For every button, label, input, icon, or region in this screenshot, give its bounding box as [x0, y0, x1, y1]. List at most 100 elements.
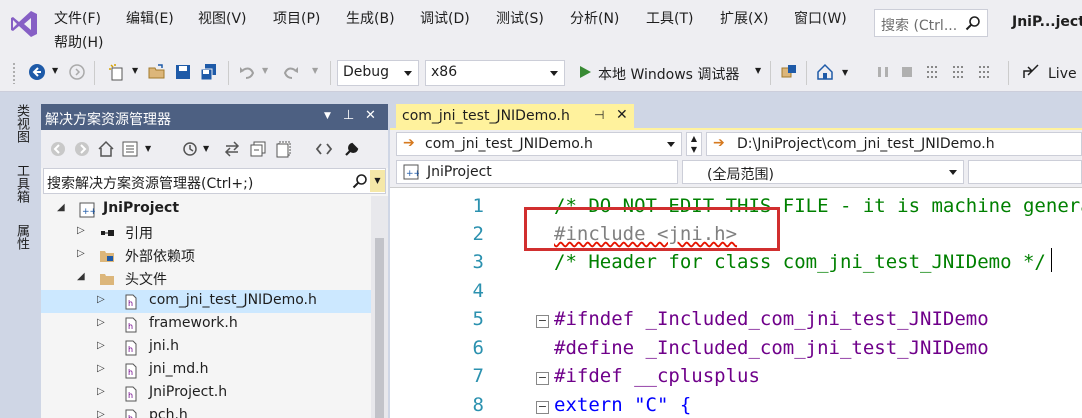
- code-text-area[interactable]: 1 /* DO NOT EDIT THIS FILE - it is machi…: [390, 189, 1082, 418]
- pause-icon[interactable]: [874, 63, 892, 81]
- menu-test[interactable]: 测试(S): [496, 8, 544, 28]
- live-share-button[interactable]: Live: [1048, 66, 1077, 82]
- collapsed-arrow-icon[interactable]: ▷: [97, 363, 105, 374]
- pin-icon[interactable]: ⊥: [343, 108, 354, 123]
- collapsed-arrow-icon[interactable]: ▷: [97, 386, 105, 397]
- navigate-forward-icon[interactable]: [68, 63, 86, 81]
- collapsed-arrow-icon[interactable]: ▷: [77, 225, 85, 236]
- attach-process-icon[interactable]: [780, 63, 798, 81]
- navigate-back-icon[interactable]: [28, 63, 46, 81]
- tab-properties[interactable]: 属性: [9, 224, 31, 250]
- scrollbar-thumb[interactable]: [375, 238, 384, 418]
- menu-view[interactable]: 视图(V): [198, 8, 247, 28]
- redo-dropdown-icon[interactable]: ▼: [312, 66, 318, 75]
- switch-views-icon[interactable]: [121, 140, 139, 158]
- tree-item-project[interactable]: ◢ ++ JniProject: [41, 198, 371, 221]
- tree-item-file[interactable]: ▷ h jni.h: [41, 336, 371, 359]
- expanded-arrow-icon[interactable]: ◢: [77, 271, 85, 282]
- visual-studio-logo-icon[interactable]: [8, 8, 40, 40]
- menu-help[interactable]: 帮助(H): [54, 32, 103, 52]
- scope-dropdown[interactable]: (全局范围): [682, 160, 964, 184]
- tree-item-file-selected[interactable]: ▷ h com_jni_test_JNIDemo.h: [41, 290, 371, 313]
- collapsed-arrow-icon[interactable]: ▷: [97, 409, 105, 418]
- collapsed-arrow-icon[interactable]: ▷: [97, 340, 105, 351]
- menu-window[interactable]: 窗口(W): [794, 8, 847, 28]
- vertical-scrollbar[interactable]: [371, 196, 388, 418]
- collapse-toggle-icon[interactable]: −: [536, 315, 549, 328]
- save-all-icon[interactable]: [200, 63, 218, 81]
- toolbar-grip[interactable]: [12, 62, 16, 84]
- search-input[interactable]: 搜索 (Ctrl...: [874, 9, 988, 37]
- tree-item-file[interactable]: ▷ h JniProject.h: [41, 382, 371, 405]
- tab-toolbox[interactable]: 工具箱: [9, 164, 31, 203]
- collapsed-arrow-icon[interactable]: ▷: [97, 294, 105, 305]
- line-number: 8: [472, 394, 484, 416]
- step-into-icon[interactable]: [924, 63, 942, 81]
- solution-tree: ◢ ++ JniProject ▷ 引用 ▷ 外部依赖项 ◢ 头文件 ▷ h c…: [41, 196, 371, 418]
- filter-dropdown-icon[interactable]: ▼: [203, 144, 209, 153]
- redo-icon[interactable]: [282, 63, 300, 81]
- tree-item-references[interactable]: ▷ 引用: [41, 221, 371, 244]
- navigation-spinner[interactable]: ▲ ▼: [686, 132, 702, 156]
- sync-icon[interactable]: [223, 140, 241, 158]
- solution-configuration-select[interactable]: Debug: [337, 60, 419, 86]
- undo-dropdown-icon[interactable]: ▼: [262, 66, 268, 75]
- tree-item-file[interactable]: ▷ h jni_md.h: [41, 359, 371, 382]
- close-icon[interactable]: ✕: [616, 107, 628, 123]
- undo-icon[interactable]: [238, 63, 256, 81]
- collapse-toggle-icon[interactable]: −: [536, 372, 549, 385]
- stop-icon[interactable]: [898, 63, 916, 81]
- properties-wrench-icon[interactable]: [343, 140, 361, 158]
- menu-project[interactable]: 项目(P): [273, 8, 320, 28]
- new-project-icon[interactable]: [108, 63, 126, 81]
- collapsed-arrow-icon[interactable]: ▷: [97, 317, 105, 328]
- step-out-icon[interactable]: [976, 63, 994, 81]
- back-icon[interactable]: [49, 140, 67, 158]
- tree-item-header-files[interactable]: ◢ 头文件: [41, 267, 371, 290]
- back-dropdown-icon[interactable]: ▼: [52, 66, 58, 75]
- show-all-files-icon[interactable]: [275, 140, 293, 158]
- solution-platform-select[interactable]: x86: [425, 60, 565, 86]
- start-debugging-button[interactable]: 本地 Windows 调试器: [598, 64, 739, 84]
- tree-item-file[interactable]: ▷ h framework.h: [41, 313, 371, 336]
- application-insights-icon[interactable]: [816, 63, 834, 81]
- menu-tools[interactable]: 工具(T): [646, 8, 693, 28]
- step-over-icon[interactable]: [950, 63, 968, 81]
- menu-extensions[interactable]: 扩展(X): [720, 8, 769, 28]
- project-dropdown[interactable]: ++ JniProject: [396, 160, 678, 184]
- search-options-dropdown-icon[interactable]: ▼: [370, 170, 385, 192]
- pending-changes-filter-icon[interactable]: [181, 140, 199, 158]
- collapse-all-icon[interactable]: [249, 140, 267, 158]
- solution-explorer-title-bar[interactable]: 解决方案资源管理器 ▼ ⊥ ✕: [41, 104, 388, 130]
- live-share-icon[interactable]: [1022, 63, 1040, 81]
- open-folder-icon[interactable]: [148, 63, 166, 81]
- collapse-toggle-icon[interactable]: −: [536, 401, 549, 414]
- file-dropdown[interactable]: ➔ com_jni_test_JNIDemo.h: [396, 132, 682, 156]
- menu-debug[interactable]: 调试(D): [420, 8, 470, 28]
- close-icon[interactable]: ✕: [365, 108, 376, 123]
- collapsed-arrow-icon[interactable]: ▷: [77, 248, 85, 259]
- code-view-icon[interactable]: [315, 140, 333, 158]
- new-dropdown-icon[interactable]: ▼: [132, 66, 138, 75]
- switch-views-dropdown-icon[interactable]: ▼: [145, 144, 151, 153]
- menu-analyze[interactable]: 分析(N): [570, 8, 619, 28]
- debugger-dropdown-icon[interactable]: ▼: [755, 66, 761, 75]
- save-icon[interactable]: [174, 63, 192, 81]
- expanded-arrow-icon[interactable]: ◢: [57, 202, 65, 213]
- start-debugging-icon[interactable]: [576, 63, 594, 81]
- home-icon[interactable]: [97, 140, 115, 158]
- tab-document-active[interactable]: com_jni_test_JNIDemo.h ⊣ ✕: [396, 104, 634, 130]
- solution-search-input[interactable]: 搜索解决方案资源管理器(Ctrl+;) ▼: [43, 168, 386, 194]
- tree-item-file[interactable]: ▷ h pch.h: [41, 405, 371, 418]
- menu-build[interactable]: 生成(B): [346, 8, 395, 28]
- tree-item-external-dependencies[interactable]: ▷ 外部依赖项: [41, 244, 371, 267]
- pin-icon[interactable]: ⊣: [594, 108, 604, 122]
- window-position-icon[interactable]: ▼: [324, 111, 331, 121]
- insights-dropdown-icon[interactable]: ▼: [842, 68, 848, 77]
- path-dropdown[interactable]: ➔ D:\JniProject\com_jni_test_JNIDemo.h: [706, 132, 1082, 156]
- tab-class-view[interactable]: 类视图: [9, 104, 31, 143]
- forward-icon[interactable]: [73, 140, 91, 158]
- menu-file[interactable]: 文件(F): [54, 8, 101, 28]
- member-dropdown[interactable]: [968, 160, 1082, 184]
- menu-edit[interactable]: 编辑(E): [126, 8, 174, 28]
